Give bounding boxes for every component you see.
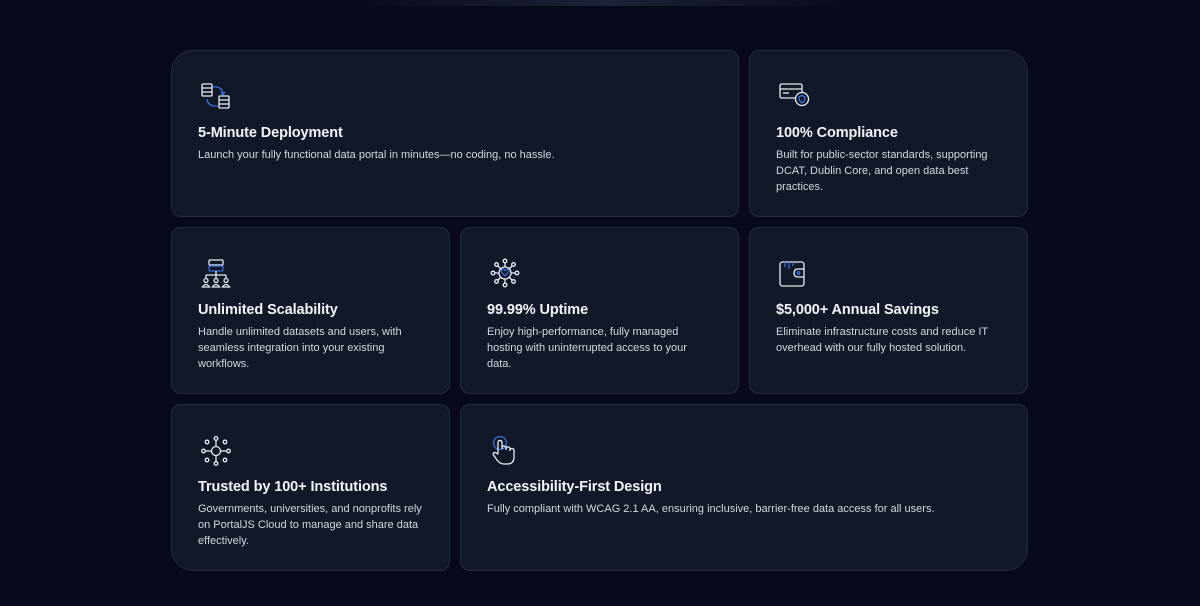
feature-card-uptime: 99.99% Uptime Enjoy high-performance, fu… <box>460 227 739 394</box>
feature-card-compliance: 100% Compliance Built for public-sector … <box>749 50 1028 217</box>
feature-card-deployment: 5-Minute Deployment Launch your fully fu… <box>171 50 739 217</box>
feature-title: 100% Compliance <box>776 125 898 141</box>
feature-card-accessibility: Accessibility-First Design Fully complia… <box>460 404 1028 571</box>
pointer-hand-icon <box>487 434 523 468</box>
feature-card-trusted: Trusted by 100+ Institutions Governments… <box>171 404 450 571</box>
features-grid: 5-Minute Deployment Launch your fully fu… <box>171 50 1029 571</box>
network-heart-icon <box>487 257 523 291</box>
feature-card-savings: $5,000+ Annual Savings Eliminate infrast… <box>749 227 1028 394</box>
feature-title: Trusted by 100+ Institutions <box>198 479 388 495</box>
feature-description: Enjoy high-performance, fully managed ho… <box>487 326 687 370</box>
wallet-icon <box>776 257 812 291</box>
feature-title: 5-Minute Deployment <box>198 125 343 141</box>
database-sync-icon <box>198 80 234 114</box>
feature-description: Governments, universities, and nonprofit… <box>198 503 422 547</box>
feature-title: Unlimited Scalability <box>198 302 338 318</box>
feature-description: Handle unlimited datasets and users, wit… <box>198 326 402 370</box>
feature-description: Built for public-sector standards, suppo… <box>776 149 988 193</box>
top-fade-decoration <box>340 0 870 6</box>
feature-description: Fully compliant with WCAG 2.1 AA, ensuri… <box>487 503 935 515</box>
server-users-icon <box>198 257 234 291</box>
feature-description: Launch your fully functional data portal… <box>198 149 555 161</box>
feature-title: $5,000+ Annual Savings <box>776 302 939 318</box>
feature-title: Accessibility-First Design <box>487 479 662 495</box>
hub-network-icon <box>198 434 234 468</box>
feature-description: Eliminate infrastructure costs and reduc… <box>776 326 988 354</box>
feature-card-scalability: Unlimited Scalability Handle unlimited d… <box>171 227 450 394</box>
feature-title: 99.99% Uptime <box>487 302 589 318</box>
card-shield-icon <box>776 80 812 114</box>
